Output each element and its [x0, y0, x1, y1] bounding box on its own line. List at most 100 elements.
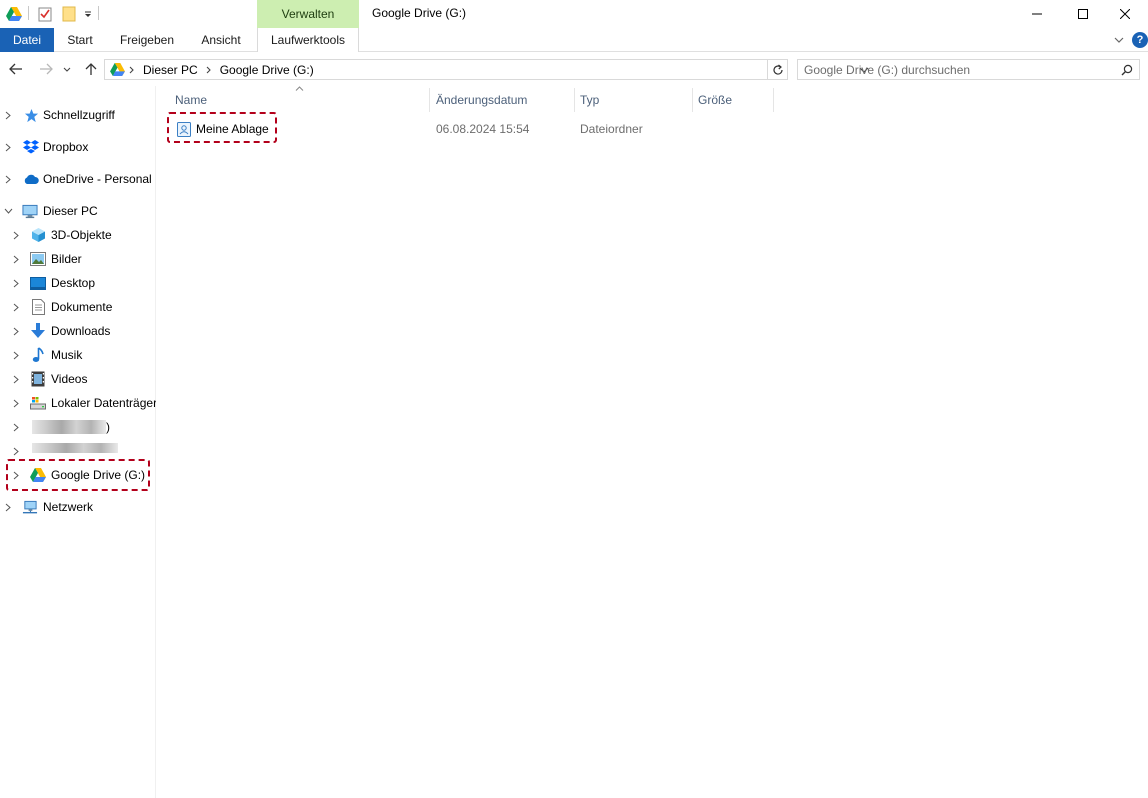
nav-item-pictures[interactable]: Bilder — [0, 248, 156, 270]
nav-item-label: Schnellzugriff — [43, 108, 115, 122]
nav-item-3d-objects[interactable]: 3D-Objekte — [0, 224, 156, 246]
tab-file[interactable]: Datei — [0, 28, 54, 52]
chevron-right-icon[interactable] — [11, 224, 21, 246]
search-icon[interactable] — [1118, 61, 1136, 79]
ribbon-expand-button[interactable] — [1112, 32, 1126, 48]
breadcrumb-chevron-icon[interactable] — [202, 60, 216, 80]
google-drive-icon — [109, 62, 125, 78]
drive-icon — [30, 395, 46, 411]
breadcrumb-chevron-icon[interactable] — [125, 60, 139, 80]
nav-item-label: Netzwerk — [43, 500, 94, 514]
properties-icon[interactable] — [36, 5, 54, 23]
nav-item-music[interactable]: Musik — [0, 344, 156, 366]
separator — [98, 6, 99, 20]
nav-item-label: Dokumente — [51, 300, 113, 314]
nav-item-this-pc[interactable]: Dieser PC — [0, 200, 156, 222]
nav-item-label: Videos — [51, 372, 88, 386]
close-button[interactable] — [1102, 0, 1148, 28]
new-folder-icon[interactable] — [60, 5, 78, 23]
column-header-modified[interactable]: Änderungsdatum — [430, 88, 574, 112]
tab-view[interactable]: Ansicht — [192, 28, 250, 52]
separator — [28, 6, 29, 20]
back-button[interactable] — [6, 59, 26, 79]
chevron-right-icon[interactable] — [3, 496, 13, 518]
chevron-right-icon[interactable] — [11, 464, 21, 486]
chevron-right-icon[interactable] — [3, 104, 13, 126]
chevron-right-icon[interactable] — [11, 248, 21, 270]
close-icon — [1120, 9, 1130, 19]
search-input[interactable] — [798, 60, 1116, 79]
nav-item-onedrive[interactable]: OneDrive - Personal — [0, 168, 156, 190]
pixelated-redaction — [32, 443, 118, 453]
nav-item-redacted[interactable] — [0, 440, 156, 462]
network-icon — [22, 499, 38, 515]
minimize-icon — [1032, 13, 1042, 15]
star-icon — [23, 107, 39, 123]
file-name[interactable]: Meine Ablage — [196, 118, 269, 140]
chevron-right-icon[interactable] — [11, 320, 21, 342]
nav-item-label: Lokaler Datenträger — [51, 396, 156, 410]
tab-drive-tools[interactable]: Laufwerktools — [257, 28, 359, 52]
tab-home[interactable]: Start — [58, 28, 102, 52]
column-header-name[interactable]: Name — [169, 88, 429, 112]
nav-item-desktop[interactable]: Desktop — [0, 272, 156, 294]
chevron-right-icon[interactable] — [11, 440, 21, 462]
file-row-my-drive[interactable]: Meine Ablage 06.08.2024 15:54 Dateiordne… — [167, 118, 787, 140]
column-divider[interactable] — [773, 88, 774, 112]
nav-item-videos[interactable]: Videos — [0, 368, 156, 390]
nav-item-label: Dieser PC — [43, 204, 98, 218]
chevron-right-icon[interactable] — [3, 168, 13, 190]
file-list-pane[interactable]: Name Änderungsdatum Typ Größe Meine Abla… — [157, 85, 1148, 798]
up-button[interactable] — [81, 59, 101, 79]
nav-item-documents[interactable]: Dokumente — [0, 296, 156, 318]
nav-item-label: Bilder — [51, 252, 82, 266]
chevron-right-icon[interactable] — [11, 272, 21, 294]
nav-item-local-disk[interactable]: Lokaler Datenträger — [0, 392, 156, 414]
pictures-icon — [30, 251, 46, 267]
music-icon — [30, 347, 46, 363]
arrow-right-icon — [40, 63, 53, 75]
nav-item-google-drive[interactable]: Google Drive (G:) — [0, 464, 156, 486]
nav-item-quick-access[interactable]: Schnellzugriff — [0, 104, 156, 126]
window-title: Google Drive (G:) — [372, 6, 467, 20]
chevron-down-icon[interactable] — [3, 200, 13, 222]
breadcrumb-this-pc[interactable]: Dieser PC — [139, 63, 202, 77]
column-header-type[interactable]: Typ — [574, 88, 692, 112]
forward-button[interactable] — [36, 59, 56, 79]
column-header-size[interactable]: Größe — [692, 88, 772, 112]
navigation-bar: Dieser PC Google Drive (G:) — [0, 53, 1148, 85]
ribbon-tab-bar: Datei Start Freigeben Ansicht Laufwerkto… — [0, 28, 1148, 52]
chevron-right-icon[interactable] — [11, 296, 21, 318]
nav-item-dropbox[interactable]: Dropbox — [0, 136, 156, 158]
arrow-left-icon — [9, 63, 22, 75]
nav-item-label: 3D-Objekte — [51, 228, 112, 242]
nav-item-label: ) — [106, 420, 110, 434]
help-button[interactable]: ? — [1132, 32, 1148, 48]
minimize-button[interactable] — [1014, 0, 1060, 28]
google-drive-app-icon — [5, 5, 23, 23]
chevron-right-icon[interactable] — [11, 368, 21, 390]
nav-item-label: Musik — [51, 348, 83, 362]
nav-item-network[interactable]: Netzwerk — [0, 496, 156, 518]
address-bar[interactable]: Dieser PC Google Drive (G:) — [104, 59, 869, 80]
chevron-right-icon[interactable] — [11, 392, 21, 414]
chevron-down-icon — [63, 67, 71, 72]
chevron-right-icon[interactable] — [3, 136, 13, 158]
breadcrumb-google-drive[interactable]: Google Drive (G:) — [216, 63, 318, 77]
chevron-right-icon[interactable] — [11, 344, 21, 366]
nav-item-redacted[interactable]: ) — [0, 416, 156, 438]
title-bar: Verwalten Google Drive (G:) — [0, 0, 1148, 28]
file-modified: 06.08.2024 15:54 — [436, 122, 530, 136]
tab-share[interactable]: Freigeben — [112, 28, 182, 52]
nav-item-label: Google Drive (G:) — [51, 468, 146, 482]
maximize-button[interactable] — [1060, 0, 1106, 28]
pixelated-redaction — [32, 420, 106, 434]
recent-locations-button[interactable] — [60, 59, 74, 79]
contextual-tab-header-manage: Verwalten — [257, 0, 359, 28]
navigation-pane: Schnellzugriff Dropbox OneDrive - Person… — [0, 86, 156, 798]
refresh-button[interactable] — [768, 59, 788, 80]
customize-quick-access-icon[interactable] — [79, 5, 97, 23]
search-box[interactable] — [797, 59, 1140, 80]
chevron-right-icon[interactable] — [11, 416, 21, 438]
nav-item-downloads[interactable]: Downloads — [0, 320, 156, 342]
